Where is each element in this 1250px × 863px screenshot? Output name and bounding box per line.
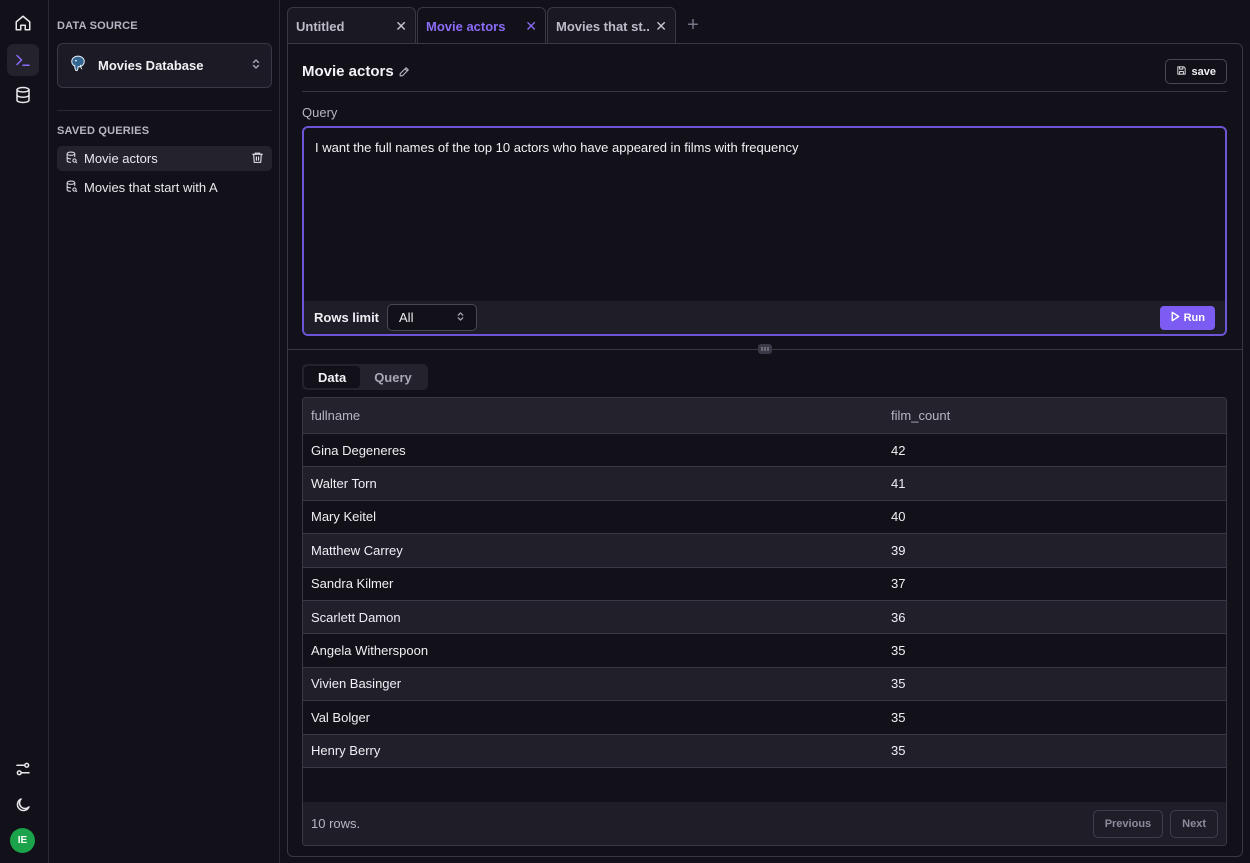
query-tabs: Untitled ✕ Movie actors ✕ Movies that st… [287, 7, 709, 44]
play-icon [1170, 311, 1180, 325]
left-rail: IE [0, 0, 49, 863]
app-window: IE DATA SOURCE Movies Database SAVED QUE… [0, 0, 1250, 863]
cell-film-count: 41 [891, 476, 906, 492]
sidebar: DATA SOURCE Movies Database SAVED QUERIE… [49, 0, 280, 863]
query-input[interactable]: I want the full names of the top 10 acto… [304, 128, 1225, 303]
saved-query-item[interactable]: Movie actors [57, 146, 272, 171]
close-icon[interactable]: ✕ [395, 18, 407, 35]
previous-button[interactable]: Previous [1092, 809, 1164, 838]
cell-fullname: Sandra Kilmer [311, 576, 394, 592]
table-row: Henry Berry 35 [303, 734, 1226, 768]
tab-data[interactable]: Data [304, 366, 361, 388]
trash-icon[interactable] [251, 151, 264, 167]
table-header: fullname film_count [303, 398, 1226, 434]
next-button[interactable]: Next [1170, 809, 1218, 838]
add-tab-icon[interactable]: + [677, 7, 709, 44]
cell-film-count: 35 [891, 643, 906, 659]
cell-fullname: Matthew Carrey [311, 542, 403, 558]
cell-film-count: 35 [891, 676, 906, 692]
tab-label: Movies that st... [556, 18, 650, 34]
saved-queries-title: SAVED QUERIES [57, 125, 150, 137]
database-search-icon [65, 151, 78, 167]
table-row: Mary Keitel 40 [303, 501, 1226, 535]
avatar[interactable]: IE [10, 828, 35, 853]
data-source-name: Movies Database [98, 58, 204, 73]
cell-film-count: 36 [891, 609, 906, 625]
column-header-film-count[interactable]: film_count [891, 408, 1226, 423]
tab-untitled[interactable]: Untitled ✕ [287, 7, 416, 44]
table-row: Vivien Basinger 35 [303, 667, 1226, 702]
saved-query-label: Movie actors [84, 151, 158, 166]
saved-query-label: Movies that start with A [84, 180, 218, 195]
table-row: Matthew Carrey 39 [303, 534, 1226, 568]
close-icon[interactable]: ✕ [525, 18, 537, 35]
cell-fullname: Angela Witherspoon [311, 643, 429, 659]
cell-film-count: 35 [891, 709, 906, 725]
cell-fullname: Vivien Basinger [311, 676, 402, 692]
close-icon[interactable]: ✕ [655, 18, 667, 35]
pencil-icon[interactable] [398, 65, 411, 81]
home-icon[interactable] [7, 7, 39, 39]
results-table: fullname film_count Gina Degeneres 42 Wa… [302, 397, 1227, 846]
moon-icon[interactable] [7, 789, 39, 821]
saved-query-item[interactable]: Movies that start with A [57, 175, 272, 200]
cell-film-count: 37 [891, 576, 906, 592]
cell-film-count: 40 [891, 509, 906, 525]
query-editor: I want the full names of the top 10 acto… [302, 126, 1227, 336]
cell-fullname: Val Bolger [311, 709, 371, 725]
database-search-icon [65, 180, 78, 196]
table-row: Val Bolger 35 [303, 701, 1226, 735]
cell-fullname: Henry Berry [311, 743, 381, 759]
rows-limit-select[interactable]: All [387, 304, 478, 331]
table-row: Gina Degeneres 42 [303, 434, 1226, 468]
table-row: Angela Witherspoon 35 [303, 634, 1226, 668]
title-divider [302, 91, 1227, 92]
sidebar-divider [57, 110, 272, 111]
cell-fullname: Scarlett Damon [311, 609, 401, 625]
table-row: Sandra Kilmer 37 [303, 568, 1226, 601]
query-section-label: Query [302, 105, 338, 120]
settings-sliders-icon[interactable] [7, 753, 39, 785]
cell-film-count: 39 [891, 542, 906, 558]
table-row: Walter Torn 41 [303, 467, 1226, 501]
query-title: Movie actors [302, 63, 394, 80]
save-icon [1176, 65, 1187, 79]
run-button[interactable]: Run [1159, 305, 1215, 330]
tab-movies-that-start[interactable]: Movies that st... ✕ [547, 7, 676, 44]
run-label: Run [1183, 311, 1205, 324]
cell-fullname: Walter Torn [311, 476, 377, 492]
data-source-select[interactable]: Movies Database [57, 43, 272, 88]
database-icon[interactable] [7, 79, 39, 111]
tab-label: Untitled [296, 18, 345, 34]
chevron-updown-icon [251, 58, 261, 73]
cell-film-count: 35 [891, 743, 906, 759]
tab-query[interactable]: Query [360, 366, 426, 388]
postgres-icon [68, 54, 88, 77]
query-panel: Movie actors save Query I want the full … [287, 43, 1243, 857]
tab-movie-actors[interactable]: Movie actors ✕ [417, 7, 546, 44]
rows-limit-value: All [399, 310, 414, 325]
cell-film-count: 42 [891, 442, 906, 458]
table-footer: 10 rows. Previous Next [303, 802, 1226, 845]
terminal-icon[interactable] [7, 44, 39, 76]
data-source-title: DATA SOURCE [57, 20, 138, 32]
save-button[interactable]: save [1164, 59, 1227, 84]
editor-footer: Rows limit All Run [304, 301, 1225, 334]
cell-fullname: Gina Degeneres [311, 442, 406, 458]
row-count: 10 rows. [311, 816, 361, 831]
cell-fullname: Mary Keitel [311, 509, 377, 525]
resize-handle[interactable] [758, 344, 772, 354]
tab-label: Movie actors [426, 18, 506, 34]
save-label: save [1191, 65, 1216, 78]
column-header-fullname[interactable]: fullname [303, 408, 891, 423]
chevron-updown-icon [456, 310, 465, 325]
rows-limit-label: Rows limit [314, 310, 380, 325]
table-row: Scarlett Damon 36 [303, 600, 1226, 635]
result-tabs: Data Query [302, 364, 428, 390]
